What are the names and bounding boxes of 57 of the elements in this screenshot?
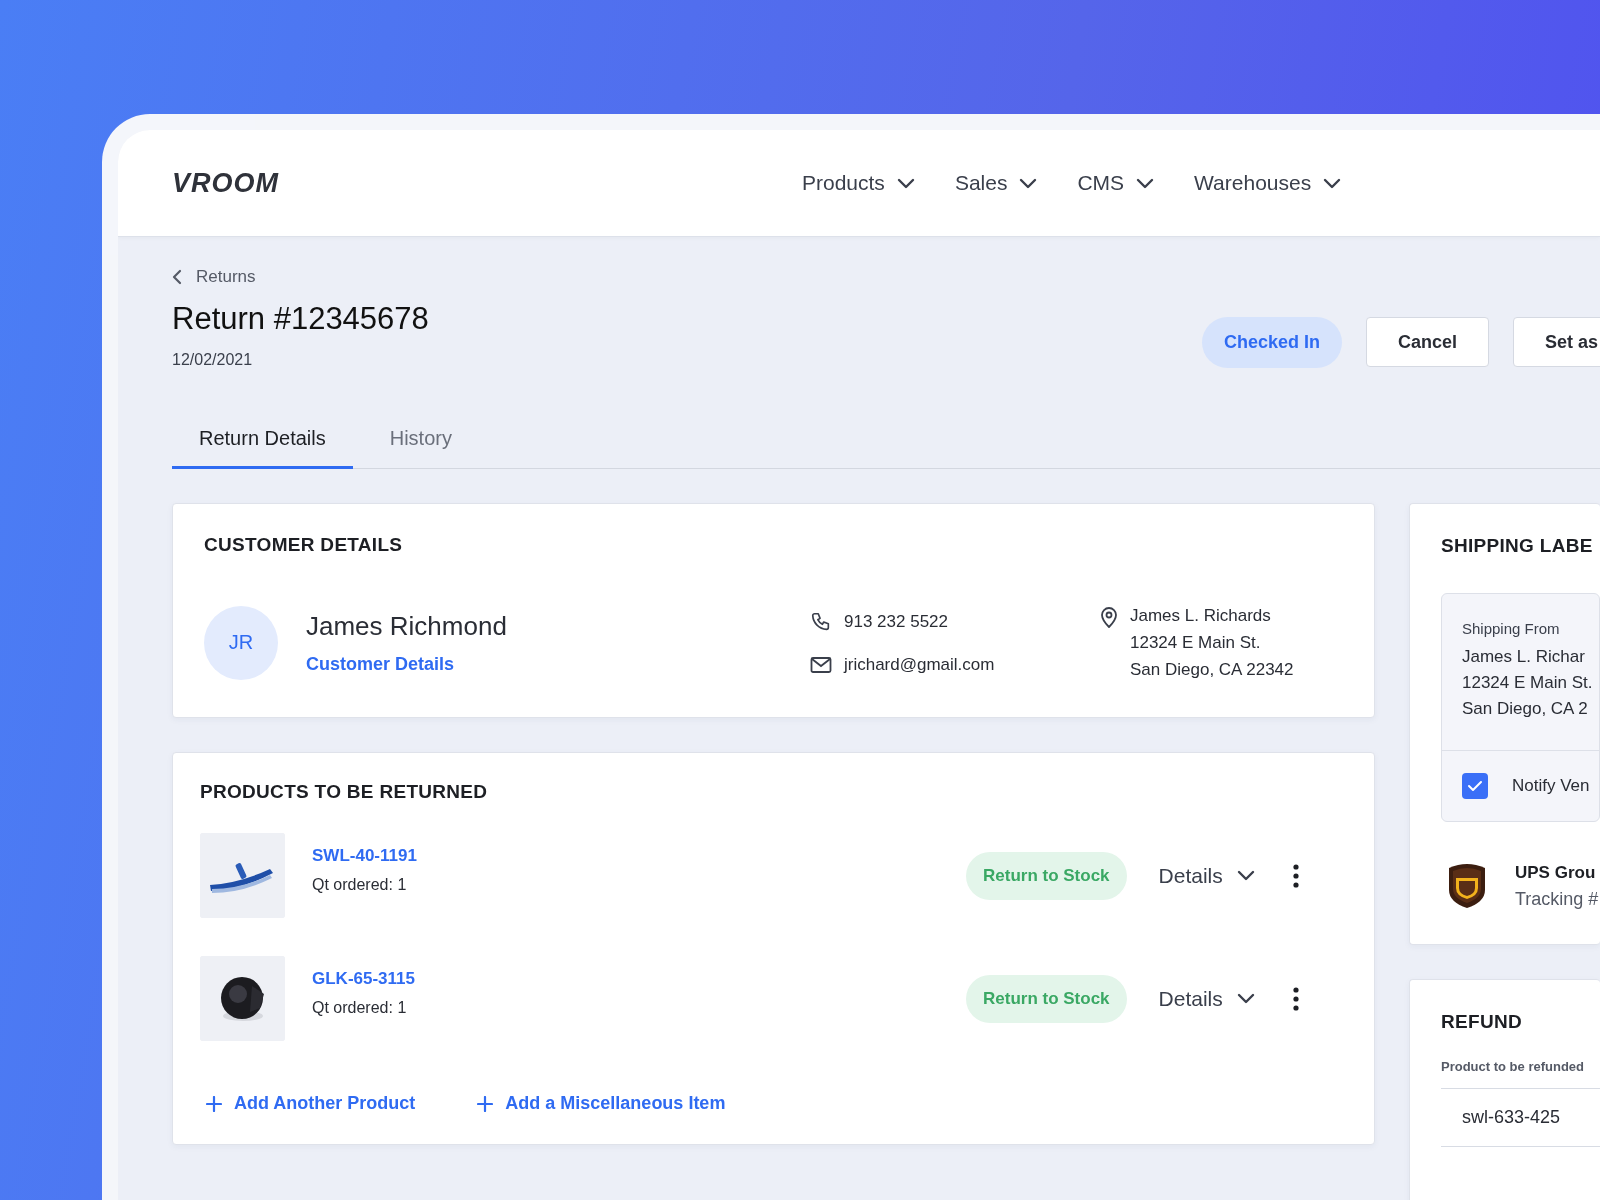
add-link[interactable]: Add Another Product	[206, 1093, 416, 1114]
product-sku-link[interactable]: GLK-65-3115	[312, 968, 966, 989]
nav-menu[interactable]: Products	[802, 171, 915, 195]
checkbox-label: Notify Ven	[1512, 776, 1590, 796]
checkmark-icon	[1467, 780, 1483, 792]
field-label: Shipping From	[1462, 619, 1561, 639]
email-address: jrichard@gmail.com	[844, 654, 995, 675]
shipping-address: James L. Richar 12324 E Main St. San Diego, CA 2	[1462, 646, 1594, 720]
column-heading: Product to be refunded	[1441, 1059, 1585, 1074]
avatar: JR	[204, 605, 278, 680]
more-options-icon[interactable]	[1292, 986, 1299, 1011]
breadcrumb-link[interactable]: Returns	[196, 267, 256, 287]
tracking-label: Tracking #	[1515, 888, 1599, 910]
location-pin-icon	[1100, 606, 1118, 628]
customer-details-link[interactable]: Customer Details	[306, 653, 455, 675]
shield-logo-icon	[1447, 862, 1487, 910]
quantity-text: Qt ordered: 1	[312, 875, 408, 894]
chevron-down-icon	[1236, 870, 1255, 881]
tab[interactable]: History	[362, 427, 479, 469]
customer-address: James L. Richards 12324 E Main St. San Diego, CA 22342	[1130, 605, 1294, 681]
chevron-down-icon	[1323, 177, 1342, 189]
mail-icon	[810, 655, 832, 674]
tab[interactable]: Return Details	[172, 427, 353, 469]
more-options-icon[interactable]	[1292, 863, 1299, 888]
action-button[interactable]: Set as	[1513, 317, 1600, 367]
chevron-down-icon	[896, 177, 915, 189]
nav-menu[interactable]: Sales	[954, 171, 1038, 195]
chevron-down-icon	[1236, 993, 1255, 1004]
plus-icon	[477, 1095, 494, 1112]
section-heading: REFUND	[1441, 1011, 1523, 1033]
chevron-down-icon	[1019, 177, 1038, 189]
phone-icon	[810, 610, 832, 633]
details-dropdown[interactable]: Details	[1158, 863, 1255, 888]
table-cell: swl-633-425	[1441, 1088, 1600, 1147]
nav-menu[interactable]: Warehouses	[1194, 171, 1342, 195]
status-badge: Checked In	[1202, 316, 1343, 368]
carrier-name: UPS Grou	[1515, 862, 1597, 883]
logo[interactable]: VROOM	[172, 167, 302, 199]
back-icon[interactable]	[172, 269, 182, 285]
action-button[interactable]: Cancel	[1366, 317, 1490, 367]
checkbox[interactable]	[1462, 773, 1488, 799]
plus-icon	[206, 1095, 222, 1112]
return-date: 12/02/2021	[172, 351, 254, 369]
chevron-down-icon	[1136, 177, 1155, 189]
add-link[interactable]: Add a Miscellaneous Item	[477, 1093, 726, 1114]
product-sku-link[interactable]: SWL-40-1191	[312, 845, 966, 866]
page-title: Return #12345678	[172, 301, 430, 337]
section-heading: CUSTOMER DETAILS	[204, 534, 404, 556]
section-heading: PRODUCTS TO BE RETURNED	[200, 781, 489, 803]
section-heading: SHIPPING LABE	[1441, 535, 1594, 557]
details-dropdown[interactable]: Details	[1158, 986, 1255, 1011]
status-badge: Return to Stock	[966, 851, 1127, 900]
quantity-text: Qt ordered: 1	[312, 998, 408, 1017]
phone-number: 913 232 5522	[844, 611, 948, 632]
status-badge: Return to Stock	[966, 974, 1127, 1023]
nav-menu[interactable]: CMS	[1077, 171, 1155, 195]
customer-name: James Richmond	[306, 610, 508, 642]
